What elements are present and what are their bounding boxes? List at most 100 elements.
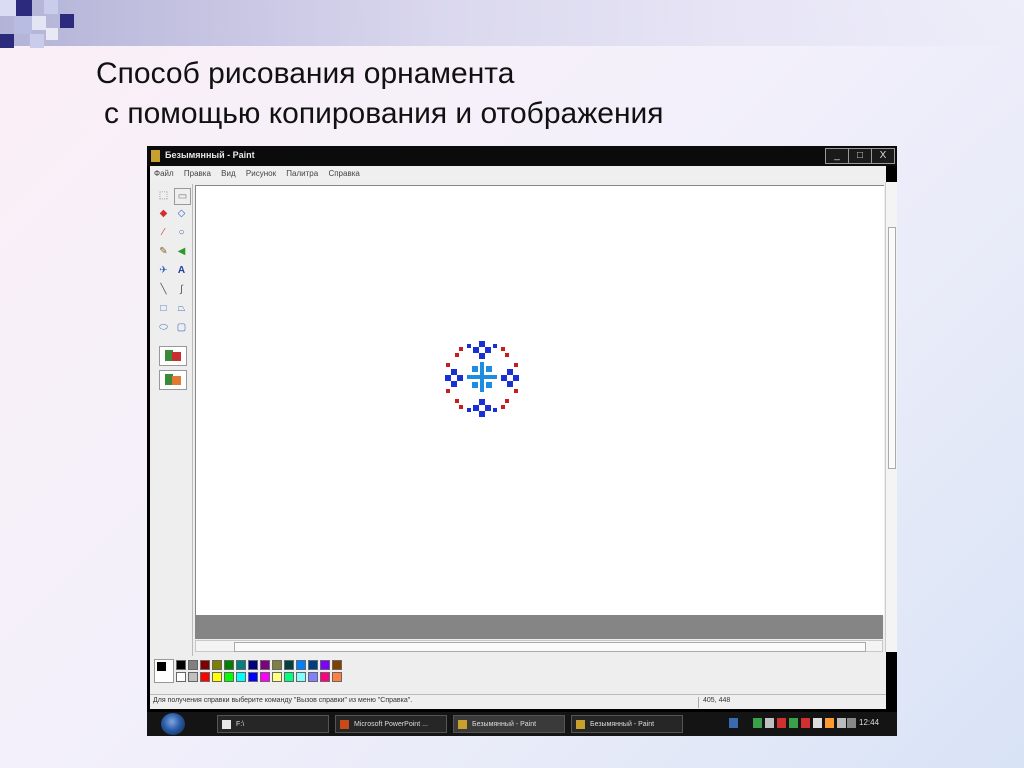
palette-swatch[interactable]: [176, 660, 186, 670]
polygon-tool-icon[interactable]: ⏢: [174, 301, 189, 316]
rectangle-tool-icon[interactable]: □: [156, 301, 171, 316]
ornament-right: [501, 363, 519, 393]
palette-swatch[interactable]: [200, 672, 210, 682]
alert-icon[interactable]: [777, 718, 786, 728]
network-icon[interactable]: [753, 718, 762, 728]
antivirus-icon[interactable]: [765, 718, 774, 728]
fill-bucket-icon[interactable]: ◇: [174, 206, 189, 221]
language-icon[interactable]: [729, 718, 738, 728]
menu-file[interactable]: Файл: [154, 169, 174, 178]
status-hint: Для получения справки выберите команду "…: [153, 697, 413, 704]
menu-bar: Файл Правка Вид Рисунок Палитра Справка: [150, 166, 886, 182]
palette-swatch[interactable]: [212, 660, 222, 670]
close-button[interactable]: X: [871, 148, 895, 164]
palette-swatch[interactable]: [320, 672, 330, 682]
eraser-icon[interactable]: ◆: [156, 206, 171, 221]
line-tool-icon[interactable]: ╲: [156, 282, 171, 297]
task-label: Безымянный - Paint: [472, 721, 537, 728]
ellipse-tool-icon[interactable]: ⬭: [156, 320, 171, 335]
palette-swatch[interactable]: [272, 660, 282, 670]
palette-swatch[interactable]: [236, 660, 246, 670]
slide-title-line1: Способ рисования орнамента: [96, 57, 515, 90]
transparent-selection-icon[interactable]: [159, 370, 187, 390]
task-paint-active[interactable]: Безымянный - Paint: [453, 715, 565, 733]
menu-help[interactable]: Справка: [328, 169, 359, 178]
palette-swatch[interactable]: [236, 672, 246, 682]
palette-swatch[interactable]: [176, 672, 186, 682]
color-picker-icon[interactable]: ⁄: [156, 225, 171, 240]
task-powerpoint[interactable]: Microsoft PowerPoint ...: [335, 715, 447, 733]
volume-icon[interactable]: [837, 718, 846, 728]
drawing-canvas[interactable]: [195, 185, 884, 616]
cursor-coordinates: 405, 448: [698, 697, 730, 708]
deco-square: [44, 0, 58, 14]
opaque-selection-icon[interactable]: [159, 346, 187, 366]
clock: 12:44: [859, 718, 880, 727]
vertical-scroll-thumb[interactable]: [888, 227, 896, 469]
palette-swatch[interactable]: [188, 672, 198, 682]
palette-swatch[interactable]: [332, 660, 342, 670]
palette-swatch[interactable]: [260, 672, 270, 682]
window-titlebar[interactable]: Безымянный - Paint _ □ X: [147, 146, 897, 166]
menu-edit[interactable]: Правка: [184, 169, 211, 178]
rounded-rect-tool-icon[interactable]: ▢: [174, 320, 189, 335]
device-icon[interactable]: [813, 718, 822, 728]
palette-swatch[interactable]: [212, 672, 222, 682]
task-paint[interactable]: Безымянный - Paint: [571, 715, 683, 733]
text-tool-icon[interactable]: A: [174, 263, 189, 278]
horizontal-scroll-thumb[interactable]: [234, 642, 866, 652]
palette-swatch[interactable]: [248, 660, 258, 670]
rect-select-icon[interactable]: ▭: [174, 188, 191, 205]
flag-icon[interactable]: [825, 718, 834, 728]
ornament-bottom: [455, 399, 509, 417]
palette-swatch[interactable]: [308, 660, 318, 670]
menu-view[interactable]: Вид: [221, 169, 235, 178]
task-label: F:\: [236, 721, 245, 728]
canvas-workspace-background: [195, 615, 883, 639]
deco-square: [46, 28, 58, 40]
palette-swatch[interactable]: [188, 660, 198, 670]
security-icon[interactable]: [801, 718, 810, 728]
deco-square: [30, 34, 44, 48]
palette-swatch[interactable]: [260, 660, 270, 670]
paint-screenshot: Безымянный - Paint _ □ X Файл Правка Вид…: [147, 146, 897, 736]
palette-swatch[interactable]: [224, 660, 234, 670]
brush-icon[interactable]: ◀: [174, 244, 189, 259]
pencil-icon[interactable]: ✎: [156, 244, 171, 259]
system-tray: 12:44: [729, 716, 879, 732]
start-button[interactable]: [161, 713, 185, 735]
palette-swatch[interactable]: [284, 660, 294, 670]
update-icon[interactable]: [789, 718, 798, 728]
palette-swatch[interactable]: [332, 672, 342, 682]
window-title: Безымянный - Paint: [165, 150, 255, 160]
magnifier-icon[interactable]: ○: [174, 225, 189, 240]
palette-swatch[interactable]: [284, 672, 294, 682]
maximize-button[interactable]: □: [848, 148, 872, 164]
menu-palette[interactable]: Палитра: [286, 169, 318, 178]
palette-swatch[interactable]: [296, 672, 306, 682]
slide-title-line2: с помощью копирования и отображения: [104, 97, 664, 130]
slide-header-band: [0, 0, 1024, 46]
vertical-scrollbar[interactable]: [885, 182, 897, 652]
minimize-button[interactable]: _: [825, 148, 849, 164]
ornament-top: [455, 341, 509, 359]
airbrush-icon[interactable]: ✈: [156, 263, 171, 278]
palette-swatch[interactable]: [296, 660, 306, 670]
free-select-icon[interactable]: ⬚: [156, 188, 171, 203]
palette-swatch[interactable]: [224, 672, 234, 682]
current-colors[interactable]: [154, 659, 174, 683]
keyboard-icon[interactable]: [847, 718, 856, 728]
ornament-center: [467, 362, 497, 392]
palette-swatch[interactable]: [308, 672, 318, 682]
horizontal-scrollbar[interactable]: [195, 640, 883, 652]
curve-tool-icon[interactable]: ∫: [174, 282, 189, 297]
palette-swatch[interactable]: [248, 672, 258, 682]
task-explorer[interactable]: F:\: [217, 715, 329, 733]
palette-swatch[interactable]: [200, 660, 210, 670]
palette-swatch[interactable]: [272, 672, 282, 682]
palette-swatch[interactable]: [320, 660, 330, 670]
folder-icon: [222, 720, 231, 729]
deco-square: [16, 0, 32, 16]
menu-image[interactable]: Рисунок: [246, 169, 276, 178]
paint-client-area: ⬚ ▭ ◆ ◇ ⁄ ○ ✎ ◀ ✈ A ╲ ∫ □ ⏢ ⬭ ▢: [150, 182, 897, 694]
